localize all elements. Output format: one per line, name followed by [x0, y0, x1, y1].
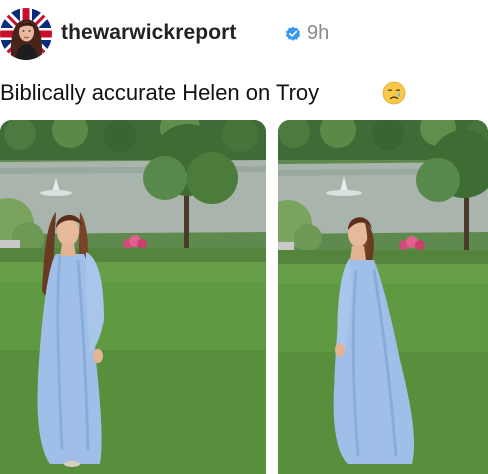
avatar[interactable]: [0, 8, 52, 60]
post-photo-1[interactable]: [0, 120, 266, 474]
post: thewarwickreport 9h Biblically accurate …: [0, 0, 488, 474]
post-photo-2[interactable]: [278, 120, 488, 474]
photo-1-image: [0, 120, 266, 474]
post-timestamp: 9h: [307, 22, 330, 44]
post-caption: Biblically accurate Helen on Troy: [0, 80, 320, 105]
photo-2-image: [278, 120, 488, 474]
verified-badge-icon: [285, 26, 301, 42]
username[interactable]: thewarwickreport: [61, 21, 237, 45]
crying-face-emoji: [382, 81, 406, 105]
